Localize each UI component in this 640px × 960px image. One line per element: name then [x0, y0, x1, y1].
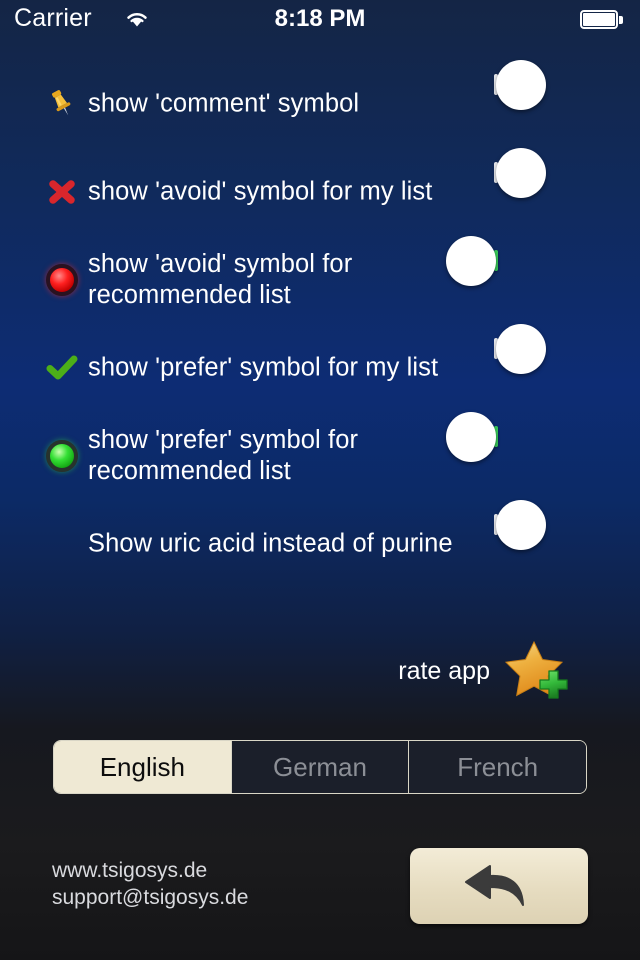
battery-icon — [580, 10, 624, 31]
footer-contact-info: www.tsigosys.de support@tsigosys.de — [52, 857, 248, 911]
language-option-english[interactable]: English — [54, 741, 232, 793]
pushpin-icon — [44, 86, 80, 122]
green-led-icon — [44, 438, 80, 474]
setting-label: show 'comment' symbol — [88, 89, 360, 118]
settings-list: show 'comment' symbol show 'avoid' symbo… — [0, 59, 640, 588]
setting-label: show 'avoid' symbol for recommended list — [88, 250, 353, 309]
setting-row-prefer-my-list[interactable]: show 'prefer' symbol for my list — [0, 323, 640, 412]
setting-row-comment-symbol[interactable]: show 'comment' symbol — [0, 59, 640, 148]
toggle-prefer-my-list[interactable] — [494, 323, 590, 396]
language-option-french[interactable]: French — [409, 741, 586, 793]
setting-row-avoid-my-list[interactable]: show 'avoid' symbol for my list — [0, 147, 640, 236]
setting-row-avoid-recommended-list[interactable]: show 'avoid' symbol for recommended list — [0, 235, 640, 324]
toggle-uric-acid[interactable] — [494, 499, 590, 572]
toggle-comment-symbol[interactable] — [494, 59, 590, 132]
green-check-icon — [44, 350, 80, 386]
setting-row-prefer-recommended-list[interactable]: show 'prefer' symbol for recommended lis… — [0, 411, 640, 500]
back-button[interactable] — [410, 848, 588, 924]
setting-label: show 'prefer' symbol for recommended lis… — [88, 426, 359, 485]
status-bar: Carrier 8:18 PM — [0, 0, 640, 40]
toggle-avoid-my-list[interactable] — [494, 147, 590, 220]
star-plus-icon — [504, 640, 568, 702]
rate-app-label: rate app — [398, 656, 490, 685]
language-segmented-control[interactable]: English German French — [53, 740, 587, 794]
toggle-avoid-recommended-list[interactable] — [446, 235, 590, 308]
language-option-german[interactable]: German — [231, 741, 410, 793]
setting-label: Show uric acid instead of purine — [88, 529, 453, 558]
toggle-prefer-recommended-list[interactable] — [446, 411, 590, 484]
status-time: 8:18 PM — [274, 5, 366, 32]
setting-row-uric-acid[interactable]: Show uric acid instead of purine — [0, 499, 640, 588]
setting-label: show 'avoid' symbol for my list — [88, 177, 433, 206]
red-x-icon — [44, 174, 80, 210]
website-link[interactable]: www.tsigosys.de — [52, 857, 248, 884]
back-arrow-icon — [462, 861, 536, 911]
rate-app-button[interactable]: rate app — [0, 636, 640, 706]
email-link[interactable]: support@tsigosys.de — [52, 884, 248, 911]
app-screen: Carrier 8:18 PM show 'comment' symbol sh… — [0, 0, 640, 960]
red-led-icon — [44, 262, 80, 298]
setting-label: show 'prefer' symbol for my list — [88, 353, 439, 382]
